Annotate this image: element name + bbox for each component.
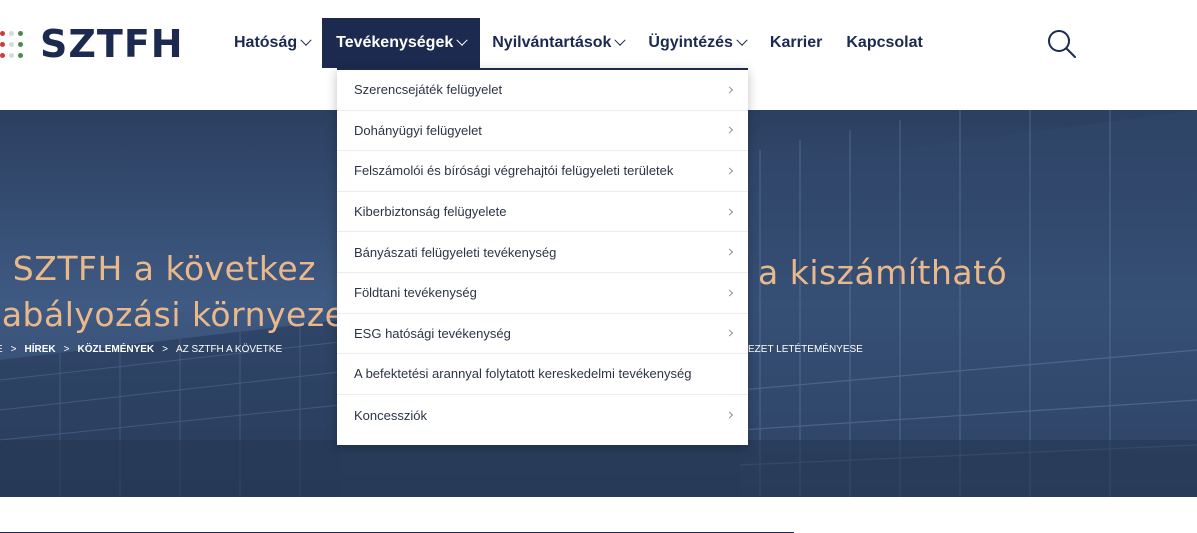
chevron-right-icon bbox=[725, 126, 734, 134]
dropdown-menu-item-label: Koncessziók bbox=[354, 407, 427, 423]
nav-item-karrier[interactable]: Karrier bbox=[758, 18, 834, 68]
chevron-right-icon bbox=[725, 248, 734, 256]
logo-dot bbox=[0, 31, 5, 36]
breadcrumb-kozlemenyek[interactable]: KÖZLEMÉNYEK bbox=[77, 344, 154, 355]
dropdown-menu-item[interactable]: Bányászati felügyeleti tevékenység bbox=[337, 232, 748, 273]
dropdown-menu-item[interactable]: Dohányügyi felügyelet bbox=[337, 111, 748, 152]
search-icon[interactable] bbox=[1046, 28, 1078, 60]
chevron-right-icon bbox=[725, 289, 734, 297]
hero-title-line-2: zabályozási környeze bbox=[0, 295, 346, 334]
breadcrumb-current-right: EZET LETÉTEMÉNYESE bbox=[748, 344, 863, 355]
hero-title-line-1-right: a kiszámítható bbox=[758, 253, 1008, 292]
nav-item-label: Karrier bbox=[769, 34, 823, 51]
logo-dot bbox=[9, 42, 14, 47]
hero-title: z SZTFH a következ zabályozási környeze bbox=[0, 246, 345, 338]
dropdown-menu-item[interactable]: Kiberbiztonság felügyelete bbox=[337, 192, 748, 233]
dropdown-menu-item-label: A befektetési arannyal folytatott keresk… bbox=[354, 366, 692, 382]
dropdown-menu-item[interactable]: Felszámolói és bírósági végrehajtói felü… bbox=[337, 151, 748, 192]
hero-title-line-1: z SZTFH a következ bbox=[0, 249, 316, 288]
dropdown-menu-item[interactable]: Földtani tevékenység bbox=[337, 273, 748, 314]
dropdown-menu-item[interactable]: A befektetési arannyal folytatott keresk… bbox=[337, 354, 748, 395]
dropdown-menu-item[interactable]: Koncessziók bbox=[337, 395, 748, 436]
logo-dot bbox=[18, 53, 23, 58]
dropdown-menu-item-label: Szerencsejáték felügyelet bbox=[354, 82, 503, 98]
nav-item-tevekenysegek[interactable]: Tevékenységek bbox=[322, 18, 481, 68]
nav-item-label: Hatóság bbox=[234, 34, 298, 51]
nav-item-ugyintezes[interactable]: Ügyintézés bbox=[636, 18, 757, 68]
logo-dot bbox=[18, 31, 23, 36]
nav-item-nyilvantartasok[interactable]: Nyilvántartások bbox=[480, 18, 636, 68]
nav-item-label: Kapcsolat bbox=[846, 34, 923, 51]
chevron-right-icon bbox=[725, 208, 734, 216]
chevron-right-icon bbox=[725, 329, 734, 337]
chevron-down-icon bbox=[300, 34, 312, 46]
breadcrumb: E > HÍREK > KÖZLEMÉNYEK > AZ SZTFH A KÖV… bbox=[0, 344, 282, 355]
nav-item-kapcsolat[interactable]: Kapcsolat bbox=[834, 18, 934, 68]
dropdown-menu-item-label: Dohányügyi felügyelet bbox=[354, 122, 482, 138]
dropdown-menu-item-label: Bányászati felügyeleti tevékenység bbox=[354, 244, 557, 260]
chevron-right-icon bbox=[725, 411, 734, 419]
nav-item-hatosag[interactable]: Hatóság bbox=[222, 18, 322, 68]
breadcrumb-hirek[interactable]: HÍREK bbox=[25, 344, 56, 355]
dropdown-menu-item-label: Földtani tevékenység bbox=[354, 285, 477, 301]
chevron-down-icon bbox=[736, 34, 748, 46]
chevron-right-icon bbox=[725, 167, 734, 175]
breadcrumb-separator-icon: > bbox=[162, 344, 168, 355]
site-logo[interactable]: SZTFH bbox=[40, 22, 184, 66]
chevron-down-icon bbox=[614, 34, 627, 46]
dropdown-menu-item[interactable]: Szerencsejáték felügyelet bbox=[337, 70, 748, 111]
dropdown-menu-item-label: Felszámolói és bírósági végrehajtói felü… bbox=[354, 163, 674, 179]
dropdown-menu-item-label: ESG hatósági tevékenység bbox=[354, 325, 511, 341]
chevron-down-icon bbox=[456, 34, 468, 46]
tevekenysegek-dropdown-menu: Szerencsejáték felügyelet Dohányügyi felü… bbox=[337, 68, 748, 445]
logo-dot bbox=[0, 53, 5, 58]
breadcrumb-separator-icon: > bbox=[63, 344, 70, 355]
main-nav: Hatóság Tevékenységek Nyilvántartások Ügyin… bbox=[222, 18, 935, 68]
breadcrumb-home[interactable]: E bbox=[0, 344, 3, 355]
dropdown-menu-item[interactable]: ESG hatósági tevékenység bbox=[337, 314, 748, 355]
breadcrumb-separator-icon: > bbox=[10, 344, 17, 355]
dropdown-menu-item-label: Kiberbiztonság felügyelete bbox=[354, 204, 507, 220]
nav-item-label: Ügyintézés bbox=[648, 34, 733, 51]
logo-dot bbox=[9, 31, 14, 36]
logo-dot bbox=[0, 42, 5, 47]
logo-dots-icon[interactable] bbox=[0, 26, 30, 60]
logo-dot bbox=[18, 42, 23, 47]
breadcrumb-current: AZ SZTFH A KÖVETKE bbox=[176, 344, 283, 355]
nav-item-label: Tevékenységek bbox=[336, 34, 454, 51]
nav-item-label: Nyilvántartások bbox=[492, 34, 612, 51]
chevron-right-icon bbox=[725, 86, 734, 94]
logo-dot bbox=[9, 53, 14, 58]
